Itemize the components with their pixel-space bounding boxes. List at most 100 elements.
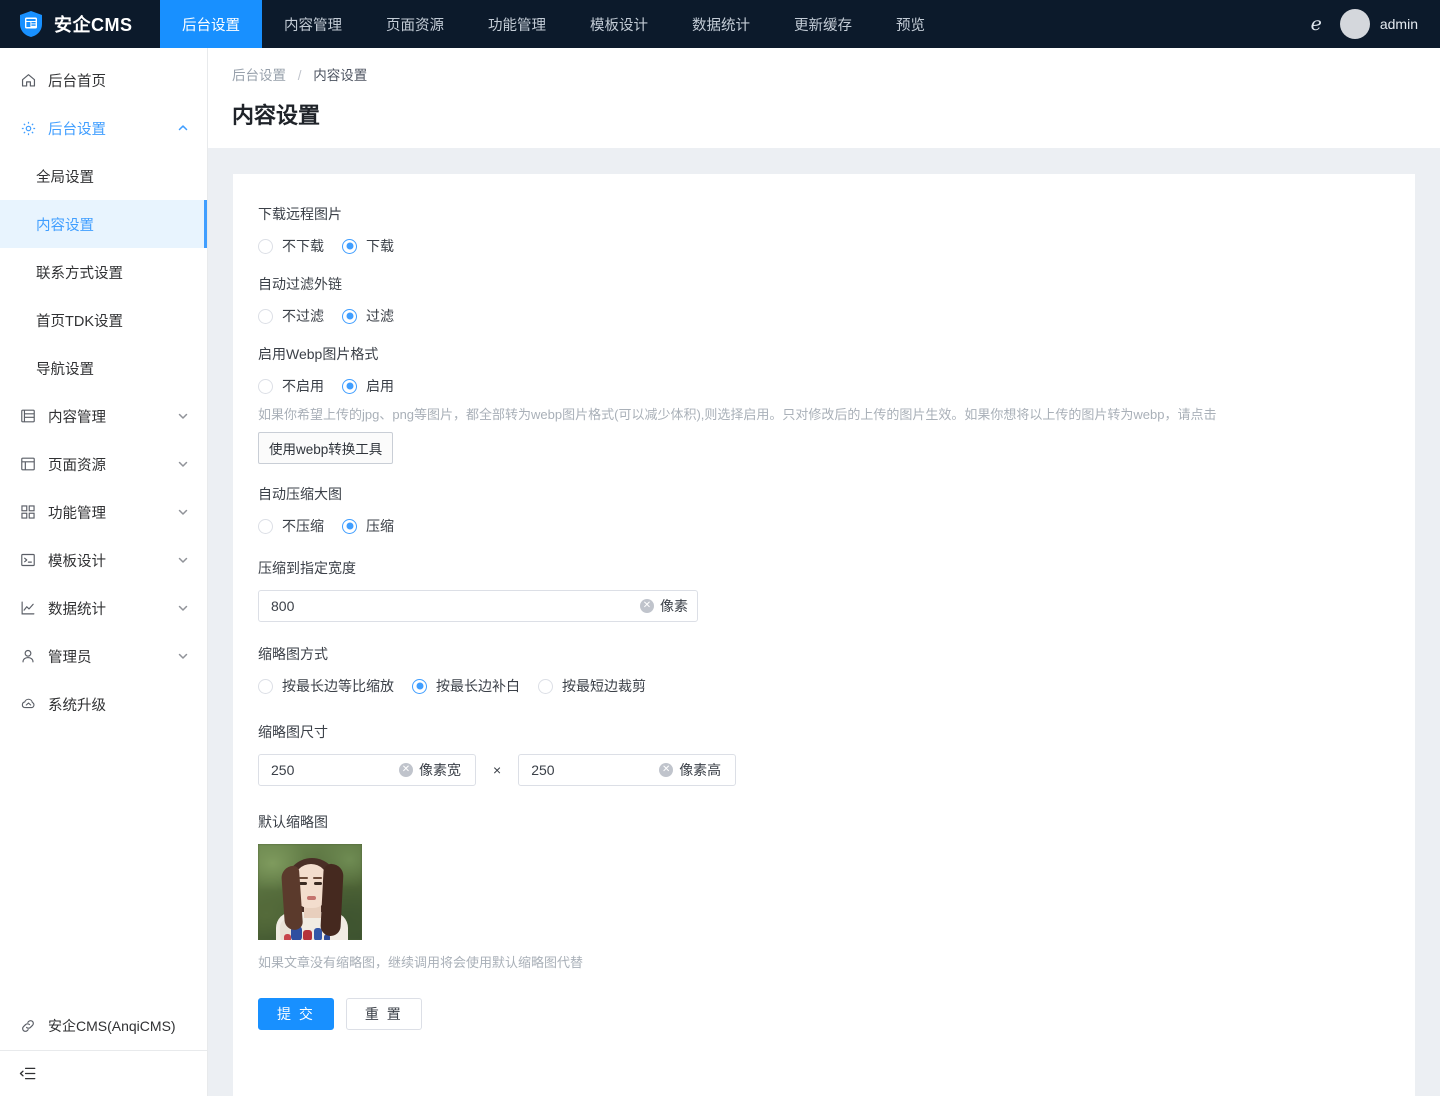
sidebar-sub-label: 导航设置: [36, 358, 94, 379]
sidebar-sub-label: 联系方式设置: [36, 262, 123, 283]
avatar: [1340, 9, 1370, 39]
thumb-width-input[interactable]: [271, 755, 399, 785]
topnav-item-update-cache[interactable]: 更新缓存: [772, 0, 874, 48]
collapse-menu-icon: [18, 1064, 37, 1083]
sidebar-item-template-design[interactable]: 模板设计: [0, 536, 207, 584]
radio-thumb-crop-shortest[interactable]: 按最短边裁剪: [538, 676, 646, 696]
radio-dot: [258, 309, 273, 324]
sidebar-item-backend-settings[interactable]: 后台设置: [0, 104, 207, 152]
radio-label: 按最短边裁剪: [562, 676, 646, 696]
sidebar-item-label: 内容管理: [48, 406, 106, 427]
radio-group-remote-image: 不下载 下载: [258, 236, 1390, 256]
sidebar-item-system-upgrade[interactable]: 系统升级: [0, 680, 207, 728]
webp-helper-text: 如果你希望上传的jpg、png等图片，都全部转为webp图片格式(可以减少体积)…: [258, 404, 1390, 426]
brand[interactable]: 安企CMS: [0, 0, 160, 48]
sidebar-item-data-statistics[interactable]: 数据统计: [0, 584, 207, 632]
page-title: 内容设置: [232, 98, 1416, 130]
topnav-item-backend-settings[interactable]: 后台设置: [160, 0, 262, 48]
radio-label: 压缩: [366, 516, 394, 536]
home-icon: [18, 70, 38, 90]
radio-label: 不下载: [282, 236, 324, 256]
thumb-height-input-wrapper[interactable]: ✕ 像素高: [518, 754, 736, 786]
default-thumb-helper-text: 如果文章没有缩略图，继续调用将会使用默认缩略图代替: [258, 952, 1390, 974]
user-menu[interactable]: admin: [1340, 9, 1418, 39]
reset-button[interactable]: 重 置: [346, 998, 422, 1030]
sidebar-item-label: 后台设置: [48, 118, 106, 139]
radio-filter-yes[interactable]: 过滤: [342, 306, 394, 326]
thumbnail-eye-right: [314, 882, 322, 885]
sidebar-scroll: 后台首页 后台设置 全局设置 内容设置 联系方式设置: [0, 48, 207, 1002]
radio-compress-no[interactable]: 不压缩: [258, 516, 324, 536]
radio-label: 启用: [366, 376, 394, 396]
topnav-item-page-resources[interactable]: 页面资源: [364, 0, 466, 48]
webp-convert-tool-button[interactable]: 使用webp转换工具: [258, 432, 393, 464]
thumb-width-unit: 像素宽: [419, 760, 461, 780]
sidebar-sub-label: 内容设置: [36, 214, 94, 235]
radio-thumb-pad-longest[interactable]: 按最长边补白: [412, 676, 520, 696]
sidebar-item-administrators[interactable]: 管理员: [0, 632, 207, 680]
internet-explorer-icon[interactable]: e: [1311, 13, 1322, 35]
sidebar-item-home-tdk-settings[interactable]: 首页TDK设置: [0, 296, 207, 344]
topnav-item-content-management[interactable]: 内容管理: [262, 0, 364, 48]
default-thumbnail-image[interactable]: [258, 844, 362, 940]
sidebar-item-global-settings[interactable]: 全局设置: [0, 152, 207, 200]
radio-label: 不压缩: [282, 516, 324, 536]
radio-webp-enabled[interactable]: 启用: [342, 376, 394, 396]
radio-dot: [538, 679, 553, 694]
sidebar-item-nav-settings[interactable]: 导航设置: [0, 344, 207, 392]
radio-dot: [258, 519, 273, 534]
radio-compress-yes[interactable]: 压缩: [342, 516, 394, 536]
sidebar-item-content-management[interactable]: 内容管理: [0, 392, 207, 440]
radio-remote-image-yes[interactable]: 下载: [342, 236, 394, 256]
radio-group-compress: 不压缩 压缩: [258, 516, 1390, 536]
field-compress: 自动压缩大图 不压缩 压缩: [258, 484, 1390, 536]
radio-remote-image-no[interactable]: 不下载: [258, 236, 324, 256]
link-icon: [18, 1018, 38, 1034]
thumbnail-pattern-2: [303, 930, 312, 940]
radio-webp-disabled[interactable]: 不启用: [258, 376, 324, 396]
sidebar-item-contact-settings[interactable]: 联系方式设置: [0, 248, 207, 296]
topnav-item-template-design[interactable]: 模板设计: [568, 0, 670, 48]
thumbnail-eye-left: [299, 882, 307, 885]
radio-dot: [258, 679, 273, 694]
topnav-item-feature-management[interactable]: 功能管理: [466, 0, 568, 48]
radio-thumb-scale-longest[interactable]: 按最长边等比缩放: [258, 676, 394, 696]
radio-dot-selected: [342, 239, 357, 254]
compress-width-input[interactable]: [271, 591, 640, 621]
sidebar-collapse-button[interactable]: [0, 1050, 207, 1096]
user-name: admin: [1380, 16, 1418, 32]
sidebar-sub-label: 全局设置: [36, 166, 94, 187]
thumb-height-input[interactable]: [531, 755, 659, 785]
topnav-item-data-statistics[interactable]: 数据统计: [670, 0, 772, 48]
sidebar-item-label: 后台首页: [48, 70, 106, 91]
shield-document-icon: [18, 10, 44, 38]
sidebar-sub-label: 首页TDK设置: [36, 310, 123, 331]
field-compress-width: 压缩到指定宽度 ✕ 像素: [258, 558, 1390, 622]
field-thumb-mode: 缩略图方式 按最长边等比缩放 按最长边补白 按最短边裁剪: [258, 644, 1390, 696]
breadcrumb-parent[interactable]: 后台设置: [232, 68, 286, 83]
compress-width-input-wrapper[interactable]: ✕ 像素: [258, 590, 698, 622]
thumb-width-input-wrapper[interactable]: ✕ 像素宽: [258, 754, 476, 786]
radio-filter-no[interactable]: 不过滤: [258, 306, 324, 326]
sidebar: 后台首页 后台设置 全局设置 内容设置 联系方式设置: [0, 48, 208, 1096]
sidebar-item-page-resources[interactable]: 页面资源: [0, 440, 207, 488]
sidebar-item-home[interactable]: 后台首页: [0, 56, 207, 104]
sidebar-item-label: 模板设计: [48, 550, 106, 571]
submit-button[interactable]: 提 交: [258, 998, 334, 1030]
radio-dot-selected: [342, 519, 357, 534]
thumb-size-multiply-symbol: ×: [493, 762, 501, 778]
content-settings-form: 下载远程图片 不下载 下载 自动过滤外链: [233, 204, 1415, 1070]
topnav-item-preview[interactable]: 预览: [874, 0, 947, 48]
radio-dot-selected: [342, 309, 357, 324]
radio-label: 不过滤: [282, 306, 324, 326]
sidebar-item-content-settings[interactable]: 内容设置: [0, 200, 207, 248]
clear-circle-icon[interactable]: ✕: [659, 763, 673, 777]
clear-circle-icon[interactable]: ✕: [399, 763, 413, 777]
field-label: 压缩到指定宽度: [258, 558, 1390, 578]
thumb-size-row: ✕ 像素宽 × ✕ 像素高: [258, 754, 1390, 786]
sidebar-item-feature-management[interactable]: 功能管理: [0, 488, 207, 536]
sidebar-footer-link[interactable]: 安企CMS(AnqiCMS): [0, 1002, 207, 1050]
clear-circle-icon[interactable]: ✕: [640, 599, 654, 613]
radio-dot: [258, 239, 273, 254]
radio-label: 下载: [366, 236, 394, 256]
